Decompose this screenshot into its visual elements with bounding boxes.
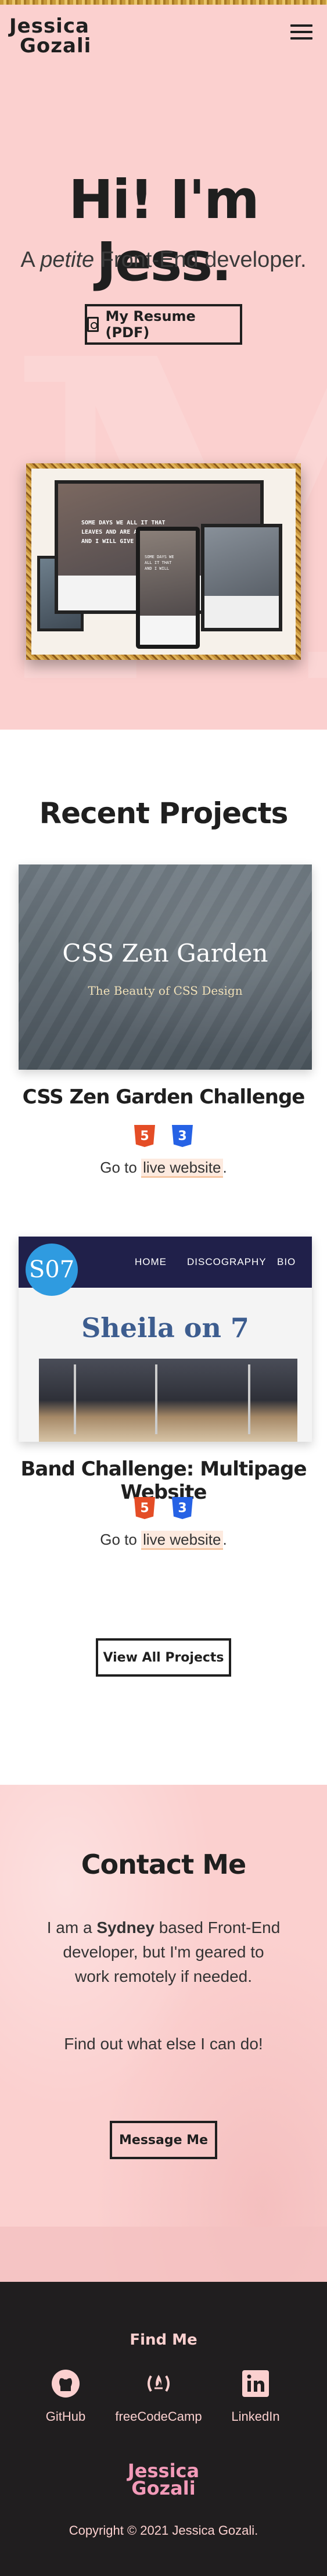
tech-stack: 5 3 (134, 1497, 193, 1519)
hamburger-menu-icon[interactable] (290, 24, 312, 41)
freecodecamp-label: freeCodeCamp (115, 2409, 202, 2424)
mockup-tablet-screen (201, 524, 282, 631)
project-link-line: Go to live website. (0, 1531, 327, 1550)
footer-logo: Jessica Gozali (0, 2461, 327, 2499)
live-website-link[interactable]: live website (141, 1531, 223, 1550)
html5-icon: 5 (134, 1125, 155, 1147)
subtitle-text: Front-End developer. (94, 248, 307, 272)
html5-icon: 5 (134, 1497, 155, 1519)
hero-title: Hi! I'm Jess. (69, 169, 260, 293)
mockup-phone-content (140, 616, 196, 645)
band-nav-item: BIO (277, 1256, 296, 1267)
message-me-button[interactable]: Message Me (110, 2121, 217, 2159)
contact-section: Contact Me I am a Sydney based Front-End… (0, 1785, 327, 2282)
subtitle-text: A (20, 248, 41, 272)
zen-image-title: CSS Zen Garden (62, 939, 268, 967)
linkedin-label: LinkedIn (231, 2409, 280, 2424)
tech-stack: 5 3 (134, 1125, 193, 1147)
mockup-text-line: SOME DAYS WE (145, 555, 174, 559)
site-logo[interactable]: Jessica Gozali (9, 16, 108, 63)
device-mockup: SOME DAYS WE ALL IT THAT LEAVES AND ARE … (31, 469, 296, 655)
contact-title: Contact Me (81, 1849, 246, 1880)
freecodecamp-icon (148, 2375, 170, 2392)
footer-logo-line-2: Gozali (131, 2477, 196, 2499)
go-to-text: Go to (100, 1159, 142, 1176)
freecodecamp-link[interactable]: freeCodeCamp (112, 2369, 205, 2424)
live-website-link[interactable]: live website (141, 1159, 223, 1178)
gold-border-strip (0, 0, 327, 5)
mockup-phone-text: SOME DAYS WE ALL IT THAT AND I WILL (145, 554, 174, 571)
band-nav-item: HOME (135, 1256, 167, 1267)
view-all-projects-button[interactable]: View All Projects (96, 1638, 231, 1677)
linkedin-icon (242, 2370, 269, 2397)
logo-line-1: Jessica (9, 15, 89, 38)
contact-more-text: Find out what else I can do! (64, 2035, 263, 2053)
logo-line-2: Gozali (20, 34, 92, 58)
stage-pole (155, 1364, 157, 1434)
project-title-zen-garden: CSS Zen Garden Challenge (22, 1085, 306, 1109)
contact-city: Sydney (96, 1918, 154, 1937)
mockup-tablet-content (204, 596, 279, 628)
hero-subtitle: A petite Front-End developer. (0, 248, 327, 273)
linkedin-link[interactable]: LinkedIn (209, 2369, 302, 2424)
mockup-phone-screen: SOME DAYS WE ALL IT THAT AND I WILL (136, 527, 200, 649)
period-text: . (222, 1159, 227, 1176)
band-nav-item: DISCOGRAPHY (187, 1256, 267, 1267)
github-link[interactable]: GitHub (19, 2369, 112, 2424)
resume-button-label: My Resume (PDF) (105, 308, 196, 341)
mockup-text-line: AND I WILL (145, 566, 170, 571)
pdf-file-icon (87, 317, 99, 332)
zen-image-subtitle: The Beauty of CSS Design (88, 984, 243, 998)
contact-description: I am a Sydney based Front-End developer,… (46, 1916, 281, 1989)
find-me-heading: Find Me (130, 2331, 197, 2349)
mockup-text-line: ALL IT THAT (145, 560, 172, 565)
subtitle-emphasis: petite (40, 248, 95, 272)
resume-button[interactable]: My Resume (PDF) (85, 304, 242, 345)
menu-bar (290, 24, 312, 27)
go-to-text: Go to (100, 1531, 142, 1548)
device-mockup-frame: SOME DAYS WE ALL IT THAT LEAVES AND ARE … (26, 463, 301, 660)
footer: Find Me GitHub freeCodeCamp LinkedIn Jes… (0, 2282, 327, 2576)
github-icon (52, 2370, 80, 2398)
github-label: GitHub (45, 2409, 86, 2424)
project-link-line: Go to live website. (0, 1159, 327, 1178)
css3-icon: 3 (172, 1125, 193, 1147)
menu-bar (290, 37, 312, 40)
stage-pole (248, 1364, 250, 1434)
period-text: . (222, 1531, 227, 1548)
copyright-text: Copyright © 2021 Jessica Gozali. (69, 2523, 258, 2538)
project-image-zen-garden[interactable]: CSS Zen Garden The Beauty of CSS Design (19, 864, 312, 1070)
contact-text: I am a (46, 1918, 97, 1937)
hero-section: M Jessica Gozali Hi! I'm Jess. A petite … (0, 0, 327, 730)
stage-pole (74, 1364, 76, 1434)
css3-icon: 3 (172, 1497, 193, 1519)
contact-bottom-strip (0, 2227, 327, 2282)
band-logo-circle: S07 (26, 1244, 78, 1296)
projects-title: Recent Projects (39, 796, 289, 830)
menu-bar (290, 31, 312, 33)
band-image-title: Sheila on 7 (81, 1312, 249, 1344)
band-concert-photo (39, 1359, 297, 1442)
project-image-band[interactable]: HOME DISCOGRAPHY BIO S07 Sheila on 7 (19, 1237, 312, 1442)
